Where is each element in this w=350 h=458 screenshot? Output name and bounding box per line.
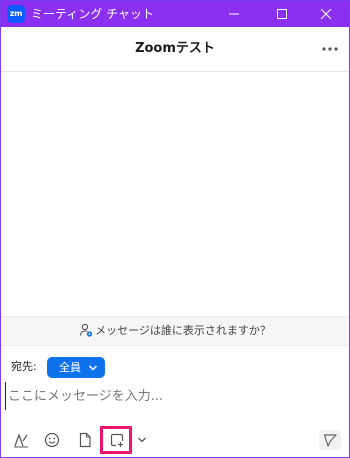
- visibility-hint-text: メッセージは誰に表示されますか？: [95, 324, 271, 337]
- title-bar: zm ミーティング チャット: [1, 1, 349, 27]
- emoji-button[interactable]: [43, 431, 61, 449]
- recipient-label: 宛先:: [11, 360, 37, 373]
- visibility-hint[interactable]: メッセージは誰に表示されますか？: [1, 317, 349, 345]
- emoji-icon: [44, 432, 60, 448]
- recipient-dropdown[interactable]: 全員: [47, 357, 105, 378]
- more-horizontal-icon: [322, 47, 338, 51]
- zoom-app-icon: zm: [7, 5, 25, 23]
- more-options-button[interactable]: [319, 40, 341, 58]
- screenshot-options-button[interactable]: [137, 435, 147, 445]
- format-icon: [14, 433, 28, 448]
- visibility-hint-bar[interactable]: メッセージは誰に表示されますか？: [1, 316, 349, 346]
- minimize-icon: [229, 13, 239, 15]
- recipient-value: 全員: [59, 361, 81, 374]
- chat-header: Zoomテスト: [1, 27, 349, 72]
- maximize-button[interactable]: [259, 1, 305, 27]
- close-button[interactable]: [303, 1, 349, 27]
- screenshot-icon: [110, 433, 124, 447]
- chevron-down-icon: [88, 365, 98, 371]
- file-button[interactable]: [76, 431, 94, 449]
- maximize-icon: [277, 9, 287, 19]
- message-input[interactable]: [5, 382, 342, 410]
- send-button[interactable]: [319, 430, 341, 450]
- minimize-button[interactable]: [211, 1, 257, 27]
- chat-title: Zoomテスト: [135, 41, 215, 56]
- message-area: [1, 72, 349, 315]
- format-button[interactable]: [12, 431, 30, 449]
- screenshot-button[interactable]: [100, 426, 132, 454]
- user-eye-icon: [80, 323, 93, 337]
- window-title: ミーティング チャット: [31, 7, 154, 21]
- chevron-down-icon: [138, 437, 146, 443]
- file-icon: [79, 432, 91, 448]
- chat-window: zm ミーティング チャット Zoomテスト メッセージは誰に表示されますか？ …: [0, 0, 350, 458]
- close-icon: [320, 8, 332, 20]
- send-icon: [323, 434, 337, 447]
